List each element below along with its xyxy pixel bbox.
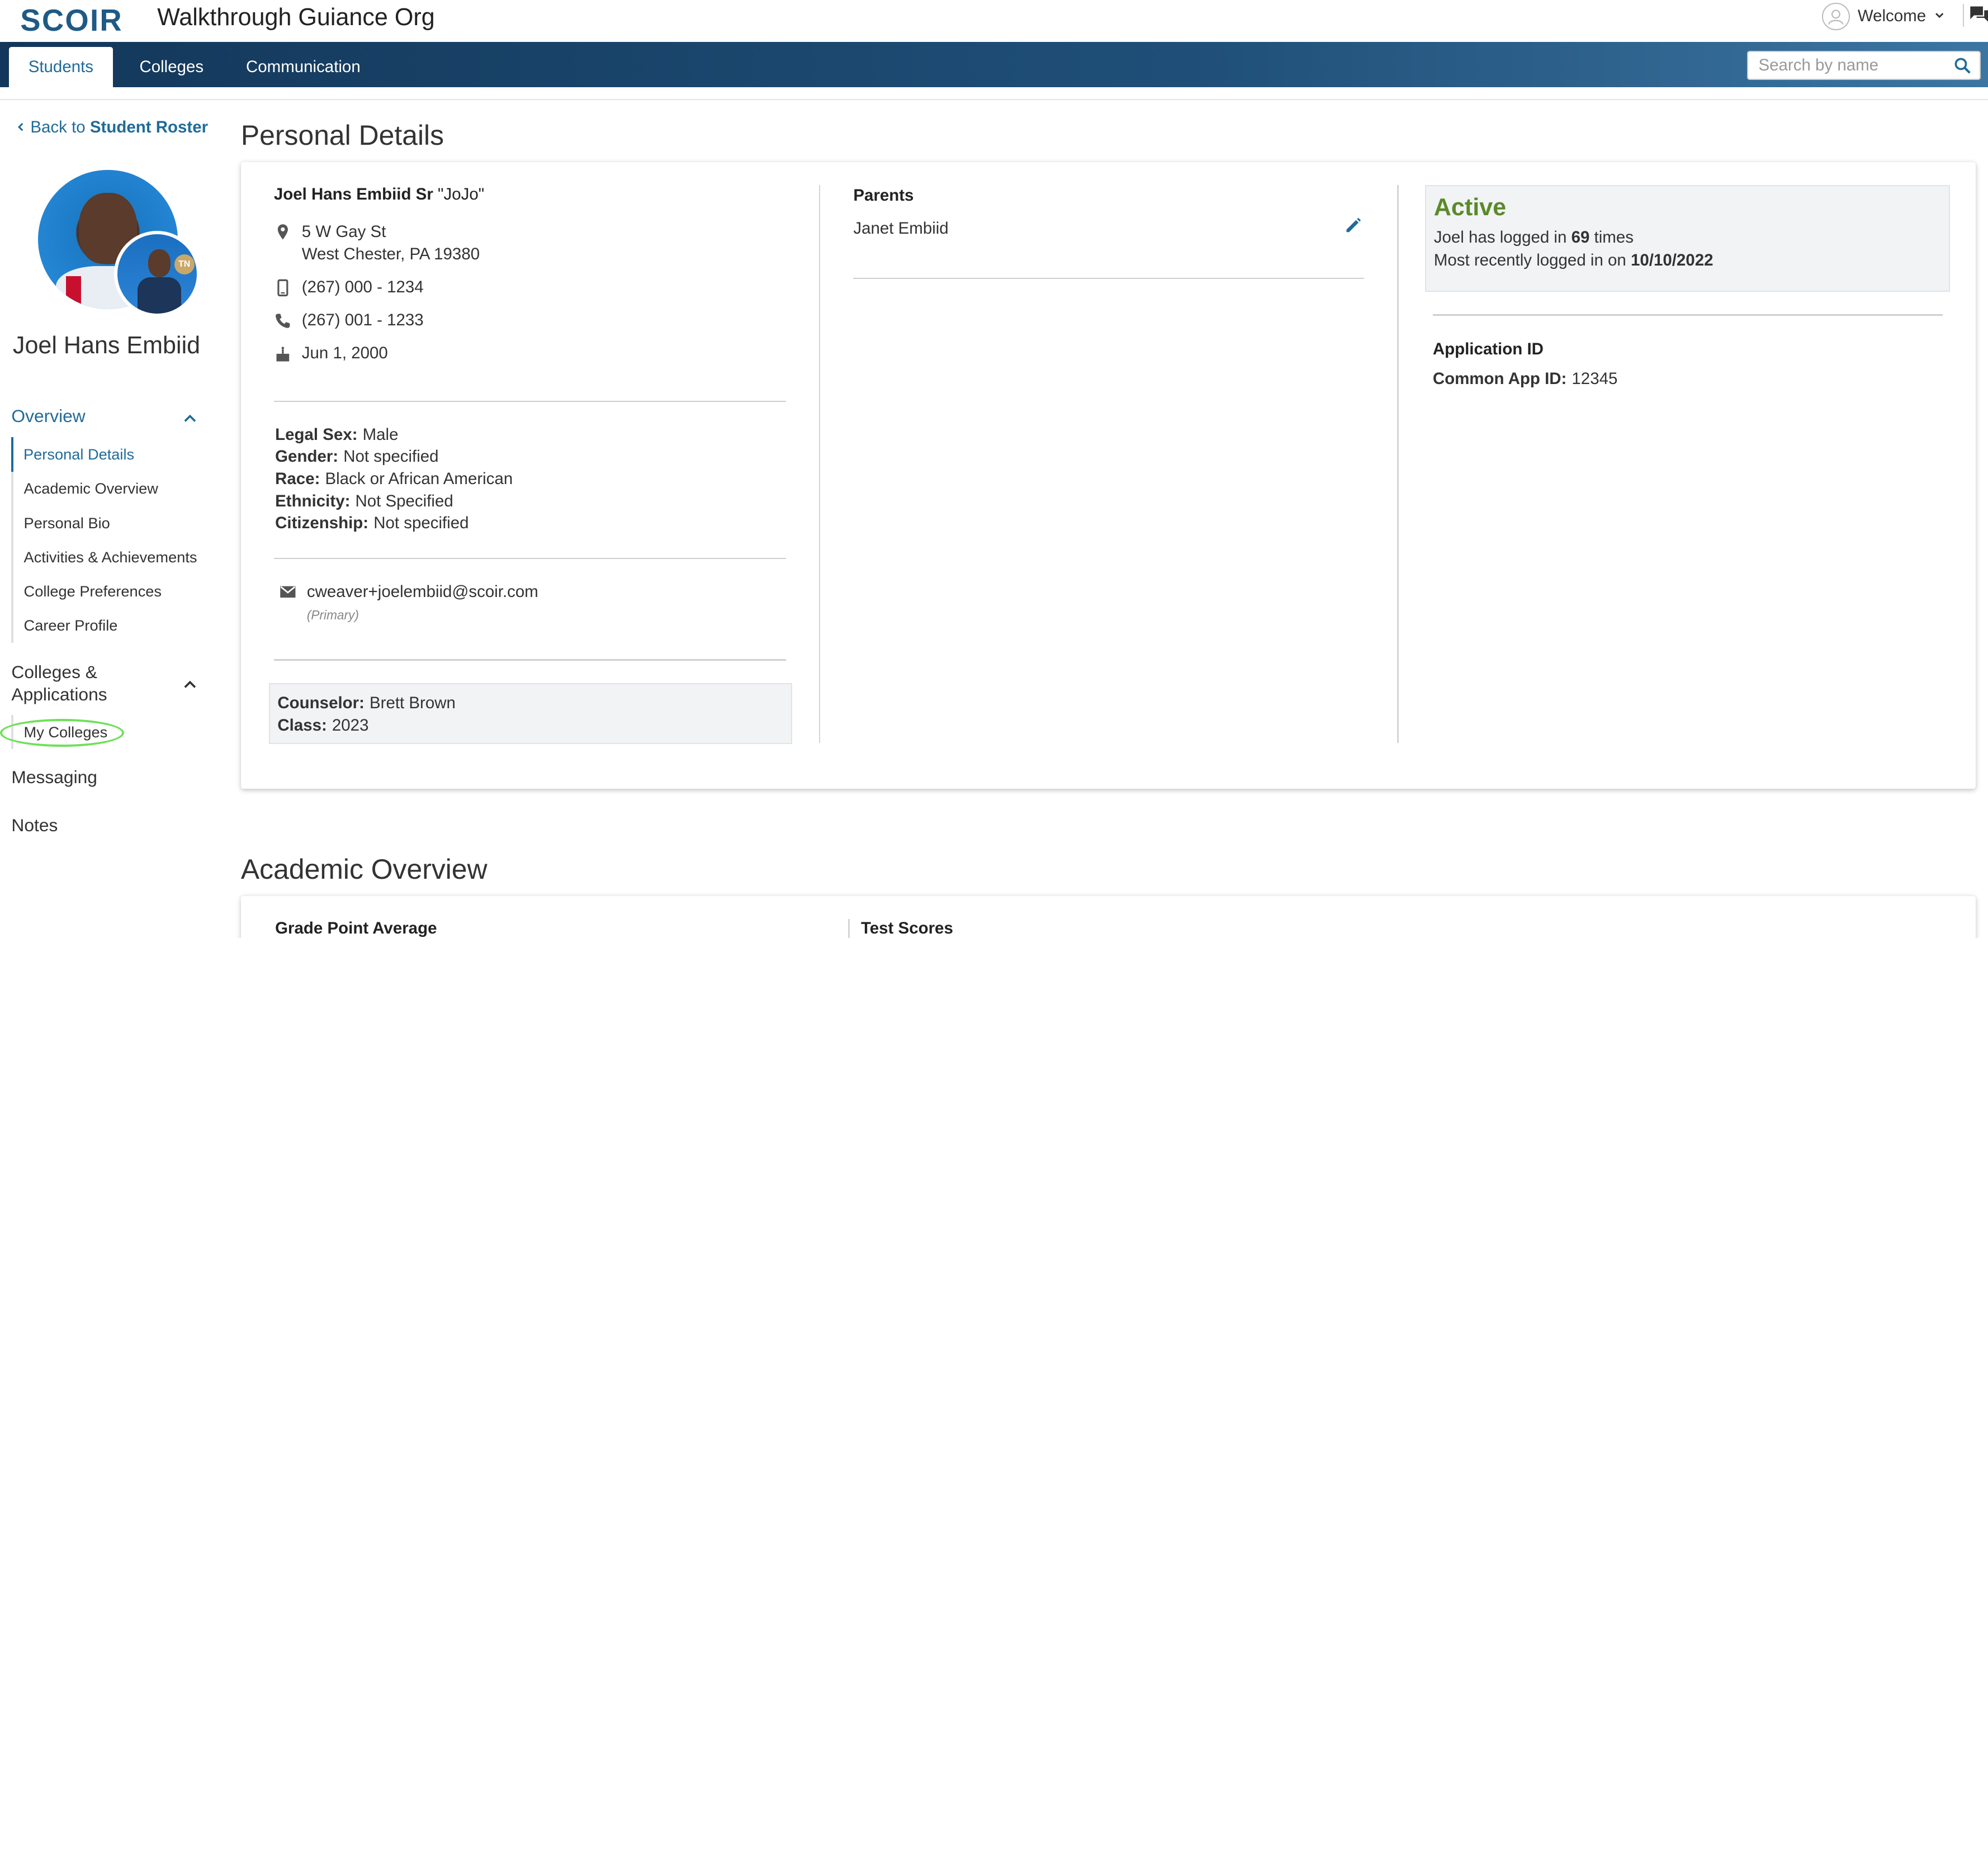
login-count-line: Joel has logged in 69 times — [1433, 228, 1634, 247]
citizenship-row: Citizenship: Not specified — [275, 514, 469, 533]
column-separator — [848, 919, 850, 939]
academic-overview-title: Academic Overview — [240, 854, 487, 885]
birthday-row: Jun 1, 2000 — [274, 342, 388, 365]
ethnicity-row: Ethnicity: Not Specified — [275, 491, 453, 510]
personal-details-card: Joel Hans Embiid Sr "JoJo" 5 W Gay St We… — [240, 162, 1976, 789]
student-thumbnail-photo: TN — [114, 230, 201, 317]
column-separator — [1397, 185, 1399, 743]
student-name: Joel Hans Embiid — [12, 332, 201, 359]
application-id-label: Application ID — [1432, 339, 1544, 358]
back-to-roster-link[interactable]: Back to Student Roster — [15, 118, 208, 137]
divider — [1432, 314, 1943, 316]
sidebar-messaging[interactable]: Messaging — [11, 767, 97, 788]
race-row: Race: Black or African American — [275, 469, 513, 488]
user-menu[interactable]: Welcome — [1822, 2, 1945, 31]
divider — [273, 400, 787, 402]
tab-students[interactable]: Students — [8, 46, 113, 88]
main-nav: Students Colleges Communication — [0, 41, 1988, 88]
email-row: cweaver+joelembiid@scoir.com (Primary) — [279, 581, 538, 627]
sidebar-item-personal-details[interactable]: Personal Details — [11, 437, 197, 472]
divider — [273, 557, 787, 560]
mobile-row: (267) 000 - 1234 — [274, 276, 424, 299]
scoir-logo[interactable]: SCOIR — [20, 3, 123, 38]
highlight-annotation — [0, 718, 125, 747]
last-login-line: Most recently logged in on 10/10/2022 — [1433, 250, 1714, 269]
status-box: Active Joel has logged in 69 times Most … — [1425, 185, 1951, 292]
tab-communication[interactable]: Communication — [226, 47, 381, 88]
gpa-label: Grade Point Average — [275, 919, 437, 938]
back-prefix: Back to — [30, 117, 86, 136]
parents-label: Parents — [853, 186, 914, 205]
mobile-number: (267) 000 - 1234 — [301, 278, 424, 297]
email-primary-note: (Primary) — [306, 607, 359, 622]
search-icon[interactable] — [1954, 57, 1972, 75]
mobile-phone-icon — [277, 279, 288, 296]
sidebar-item-personal-bio[interactable]: Personal Bio — [13, 506, 197, 540]
search-box — [1747, 50, 1981, 80]
top-header: SCOIR Walkthrough Guiance Org Welcome — [0, 0, 1988, 42]
counselor-row: Counselor: Brett Brown — [277, 694, 456, 713]
academic-overview-card: Grade Point Average Test Scores — [240, 896, 1976, 939]
phone-icon — [275, 314, 290, 328]
address-row: 5 W Gay St West Chester, PA 19380 — [274, 221, 480, 267]
divider — [853, 277, 1365, 279]
tab-colleges[interactable]: Colleges — [119, 47, 224, 88]
phone-number: (267) 001 - 1233 — [301, 311, 424, 330]
nickname: "JoJo" — [438, 185, 485, 204]
test-scores-label: Test Scores — [860, 919, 953, 938]
back-target: Student Roster — [89, 117, 209, 136]
chevron-left-icon — [18, 122, 23, 131]
messages-icon[interactable] — [1962, 3, 1988, 27]
user-menu-label: Welcome — [1857, 7, 1927, 26]
legal-name: Joel Hans Embiid Sr — [273, 185, 433, 204]
photo-badge: TN — [174, 254, 195, 275]
common-app-id-row: Common App ID: 12345 — [1432, 369, 1618, 388]
divider — [273, 659, 787, 661]
location-pin-icon — [277, 224, 288, 240]
email-icon — [280, 586, 296, 598]
column-separator — [819, 185, 821, 743]
sidebar-overview-toggle[interactable]: Overview — [11, 406, 85, 427]
address-line2: West Chester, PA 19380 — [301, 245, 480, 264]
contact-column: Joel Hans Embiid Sr "JoJo" 5 W Gay St We… — [274, 185, 786, 362]
birthday: Jun 1, 2000 — [301, 344, 388, 363]
sidebar-item-college-preferences[interactable]: College Preferences — [13, 574, 197, 608]
legal-sex-row: Legal Sex: Male — [275, 425, 399, 444]
birthday-cake-icon — [276, 347, 290, 362]
edit-pencil-icon[interactable] — [1344, 217, 1362, 235]
search-input[interactable] — [1758, 55, 1949, 75]
org-name: Walkthrough Guiance Org — [157, 3, 435, 31]
overview-subnav: Personal Details Academic Overview Perso… — [11, 437, 197, 643]
email-address[interactable]: cweaver+joelembiid@scoir.com — [307, 581, 538, 604]
sidebar-colleges-toggle[interactable]: Colleges & Applications — [11, 661, 107, 707]
colleges-label-line2: Applications — [11, 684, 107, 705]
sidebar-item-academic-overview[interactable]: Academic Overview — [13, 472, 197, 506]
sidebar-item-activities[interactable]: Activities & Achievements — [13, 540, 197, 574]
personal-details-title: Personal Details — [240, 120, 444, 151]
chevron-up-icon[interactable] — [181, 676, 199, 694]
status-active: Active — [1433, 193, 1507, 221]
parent-name: Janet Embiid — [853, 219, 949, 238]
chevron-down-icon — [1934, 9, 1945, 24]
phone-row: (267) 001 - 1233 — [274, 309, 424, 332]
header-divider — [0, 98, 1988, 101]
user-avatar-icon — [1822, 2, 1850, 31]
page: SCOIR Walkthrough Guiance Org Welcome St… — [0, 0, 1988, 939]
class-row: Class: 2023 — [277, 716, 369, 735]
chevron-up-icon[interactable] — [181, 410, 199, 428]
sidebar-item-career-profile[interactable]: Career Profile — [13, 609, 197, 643]
colleges-label-line1: Colleges & — [11, 661, 97, 682]
full-name: Joel Hans Embiid Sr "JoJo" — [274, 185, 786, 204]
counselor-box: Counselor: Brett Brown Class: 2023 — [268, 683, 793, 745]
demographics: Legal Sex: Male Gender: Not specified Race… — [275, 424, 513, 534]
gender-row: Gender: Not specified — [275, 447, 439, 466]
address-line1: 5 W Gay St — [301, 222, 386, 241]
sidebar-notes[interactable]: Notes — [11, 815, 58, 836]
